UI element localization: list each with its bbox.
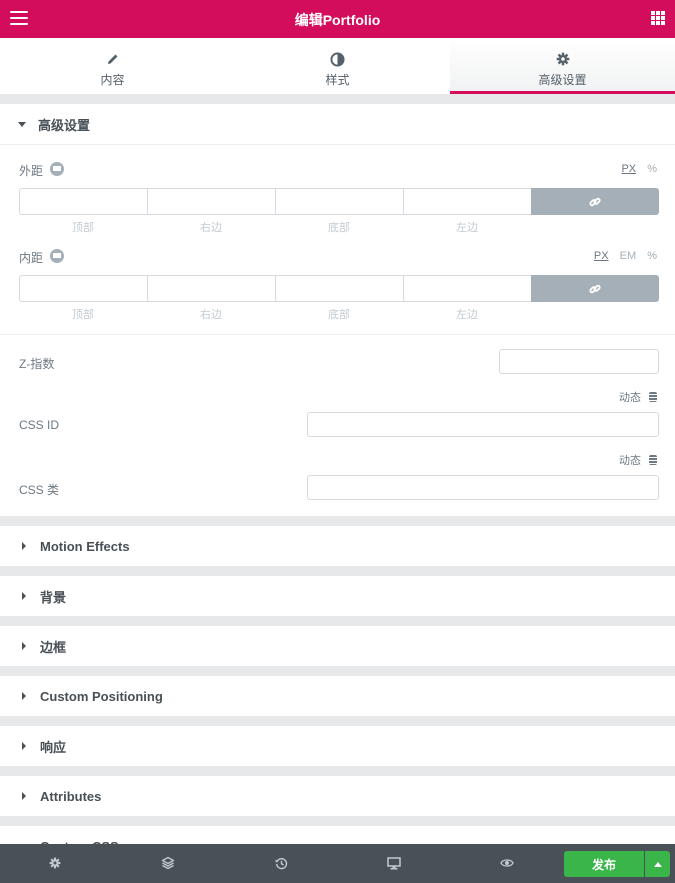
section-title: Custom Positioning [40,688,163,704]
css-class-input[interactable] [307,475,659,500]
margin-left-input[interactable] [403,188,531,215]
section-title: 背景 [40,589,67,605]
publish-button[interactable]: 发布 [564,851,644,877]
caret-right-icon [22,792,26,800]
preview-eye-icon[interactable] [500,856,514,870]
editor-header: 编辑Portfolio [0,0,675,38]
margin-bottom-label: 底部 [328,222,350,234]
css-class-label: CSS 类 [19,483,60,497]
section-border[interactable]: 边框 [0,626,675,666]
dynamic-label: 动态 [619,455,641,467]
margin-right-label: 右边 [200,222,222,234]
margin-inputs [19,188,659,215]
css-id-dynamic-button[interactable]: 动态 [619,389,657,405]
settings-icon[interactable] [48,856,62,870]
apps-grid-icon[interactable] [651,11,665,25]
history-icon[interactable] [274,856,288,870]
padding-bottom-label: 底部 [328,309,350,321]
section-background[interactable]: 背景 [0,576,675,616]
device-monitor-icon[interactable] [50,162,64,176]
margin-right-input[interactable] [147,188,275,215]
section-title: 边框 [40,639,67,655]
link-icon [589,284,601,293]
caret-right-icon [22,742,26,750]
padding-top-input[interactable] [19,275,147,302]
margin-side-labels: 顶部 右边 底部 左边 [19,219,531,235]
section-custom-positioning[interactable]: Custom Positioning [0,676,675,716]
padding-right-label: 右边 [200,309,222,321]
section-attributes[interactable]: Attributes [0,776,675,816]
half-circle-icon [225,51,450,67]
padding-bottom-input[interactable] [275,275,403,302]
advanced-section-toggle[interactable]: 高级设置 [0,104,675,145]
css-class-dynamic-button[interactable]: 动态 [619,452,657,468]
padding-units: PX EM % [586,250,657,262]
margin-units: PX % [613,163,657,175]
caret-right-icon [22,642,26,650]
padding-side-labels: 顶部 右边 底部 左边 [19,306,531,322]
pencil-icon [0,51,225,67]
advanced-section-title: 高级设置 [38,117,91,133]
tab-advanced-label: 高级设置 [538,73,587,87]
tab-content[interactable]: 内容 [0,38,225,94]
tab-style-label: 样式 [325,73,350,87]
margin-top-label: 顶部 [72,222,94,234]
gear-icon [450,51,675,67]
css-id-input[interactable] [307,412,659,437]
editor-footer: 发布 [0,844,675,883]
caret-up-icon [653,861,662,867]
padding-left-label: 左边 [456,309,478,321]
device-monitor-icon[interactable] [50,249,64,263]
margin-unit-px[interactable]: PX [621,163,636,175]
margin-left-label: 左边 [456,222,478,234]
margin-link-button[interactable] [531,188,659,215]
caret-right-icon [22,592,26,600]
tab-advanced[interactable]: 高级设置 [450,38,675,94]
tab-content-label: 内容 [100,73,125,87]
margin-unit-percent[interactable]: % [647,163,657,175]
database-icon [649,455,657,465]
section-responsive[interactable]: 响应 [0,726,675,766]
margin-bottom-input[interactable] [275,188,403,215]
divider [0,334,675,335]
padding-unit-em[interactable]: EM [620,250,637,262]
publish-options-button[interactable] [645,851,670,877]
caret-right-icon [22,692,26,700]
padding-label: 内距 [19,251,44,265]
caret-right-icon [22,542,26,550]
tab-style[interactable]: 样式 [225,38,450,94]
css-id-label: CSS ID [19,418,60,432]
advanced-section: 高级设置 外距 PX % 顶部 右边 底部 左边 内距 PX EM % 顶部 右… [0,104,675,516]
section-motion-effects[interactable]: Motion Effects [0,526,675,566]
section-title: 响应 [40,739,67,755]
padding-link-button[interactable] [531,275,659,302]
padding-unit-px[interactable]: PX [594,250,609,262]
padding-left-input[interactable] [403,275,531,302]
link-icon [589,197,601,206]
padding-unit-percent[interactable]: % [647,250,657,262]
section-title: Motion Effects [40,538,130,554]
margin-top-input[interactable] [19,188,147,215]
section-title: Attributes [40,788,102,804]
padding-inputs [19,275,659,302]
database-icon [649,392,657,402]
responsive-icon[interactable] [387,856,401,870]
padding-right-input[interactable] [147,275,275,302]
panel-title: 编辑Portfolio [294,12,381,28]
z-index-label: Z-指数 [19,357,55,371]
panel-tabs: 内容 样式 高级设置 [0,38,675,95]
z-index-input[interactable] [499,349,659,374]
dynamic-label: 动态 [619,392,641,404]
margin-label: 外距 [19,164,44,178]
layers-icon[interactable] [161,856,175,870]
caret-down-icon [18,121,26,127]
padding-top-label: 顶部 [72,309,94,321]
